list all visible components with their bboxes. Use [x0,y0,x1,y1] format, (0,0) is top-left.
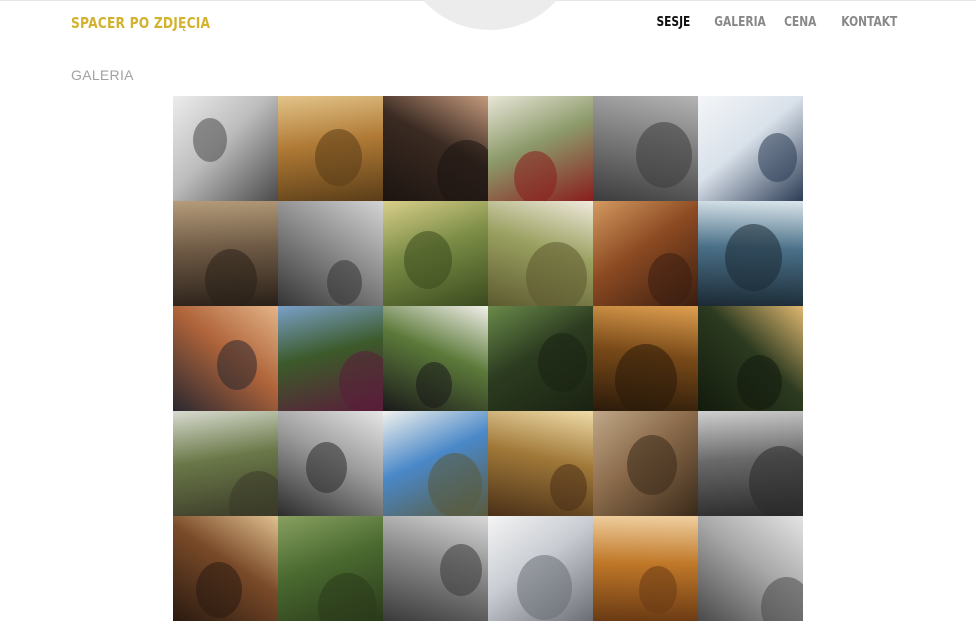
photo-gallery-grid [173,96,803,621]
photo-couple-old-town[interactable] [173,306,278,411]
photo-baby-white-dress[interactable] [488,201,593,306]
photo-couple-embrace[interactable] [383,96,488,201]
photo-boy-lying-grass[interactable] [488,306,593,411]
main-nav: SESJE GALERIA CENA KONTAKT [637,15,897,30]
photo-golden-forest[interactable] [593,306,698,411]
photo-baby-feet-bw[interactable] [698,411,803,516]
nav-link-cena[interactable]: CENA [784,15,816,30]
photo-subject [758,133,797,182]
photo-face-in-grass-bw[interactable] [593,96,698,201]
photo-subject [636,122,692,188]
photo-boy-dalmatian[interactable] [383,306,488,411]
photo-subject [428,453,482,516]
photo-trees-bw[interactable] [383,516,488,621]
photo-woman-sunset[interactable] [488,411,593,516]
photo-girls-kiss-flowers[interactable] [278,306,383,411]
photo-field-bw[interactable] [698,516,803,621]
photo-subject [526,242,587,306]
photo-subject [306,442,347,493]
photo-newborn-bath-bw[interactable] [278,411,383,516]
nav-link-galeria[interactable]: GALERIA [714,15,766,30]
photo-child-flowers[interactable] [488,96,593,201]
photo-sea-rocks[interactable] [698,201,803,306]
nav-link-sesje[interactable]: SESJE [657,15,691,30]
photo-subject [205,249,257,306]
photo-curly-boy-portrait[interactable] [698,306,803,411]
photo-subject [196,562,242,618]
photo-green-meadow[interactable] [278,516,383,621]
photo-subject [648,253,692,306]
section-title: GALERIA [71,67,134,83]
photo-boardwalk-piggyback[interactable] [173,411,278,516]
photo-subject [550,464,587,511]
photo-run-old-building[interactable] [173,201,278,306]
photo-subject [749,446,803,516]
photo-subject [327,260,362,305]
photo-couple-autumn-tree[interactable] [278,96,383,201]
photo-cowboy-barn[interactable] [173,516,278,621]
photo-subject [517,555,572,620]
photo-subject [514,151,557,201]
nav-link-kontakt[interactable]: KONTAKT [841,15,897,30]
photo-subject [615,344,677,411]
photo-subject [725,224,782,291]
brand-logo-link[interactable]: SPACER PO ZDJĘCIA [71,14,210,32]
photo-hikers-trail[interactable] [593,411,698,516]
photo-park-walk[interactable] [383,201,488,306]
photo-family-snow-sled[interactable] [698,96,803,201]
photo-subject [538,333,587,392]
decorative-circle [400,0,580,30]
photo-horse-cowboy[interactable] [593,201,698,306]
photo-sheep-sky[interactable] [383,411,488,516]
photo-mother-autumn-leaves[interactable] [593,516,698,621]
photo-subject [416,362,452,408]
photo-subject [339,351,383,411]
photo-two-women-bw[interactable] [278,201,383,306]
photo-subject [639,566,677,614]
photo-subject [737,355,782,410]
photo-subject [217,340,257,390]
photo-mother-child-bw[interactable] [173,96,278,201]
photo-subject [440,544,482,596]
photo-subject [627,435,677,495]
photo-subject [404,231,452,289]
photo-subject [315,129,362,186]
photo-subject [193,118,227,162]
photo-blossom-branches[interactable] [488,516,593,621]
